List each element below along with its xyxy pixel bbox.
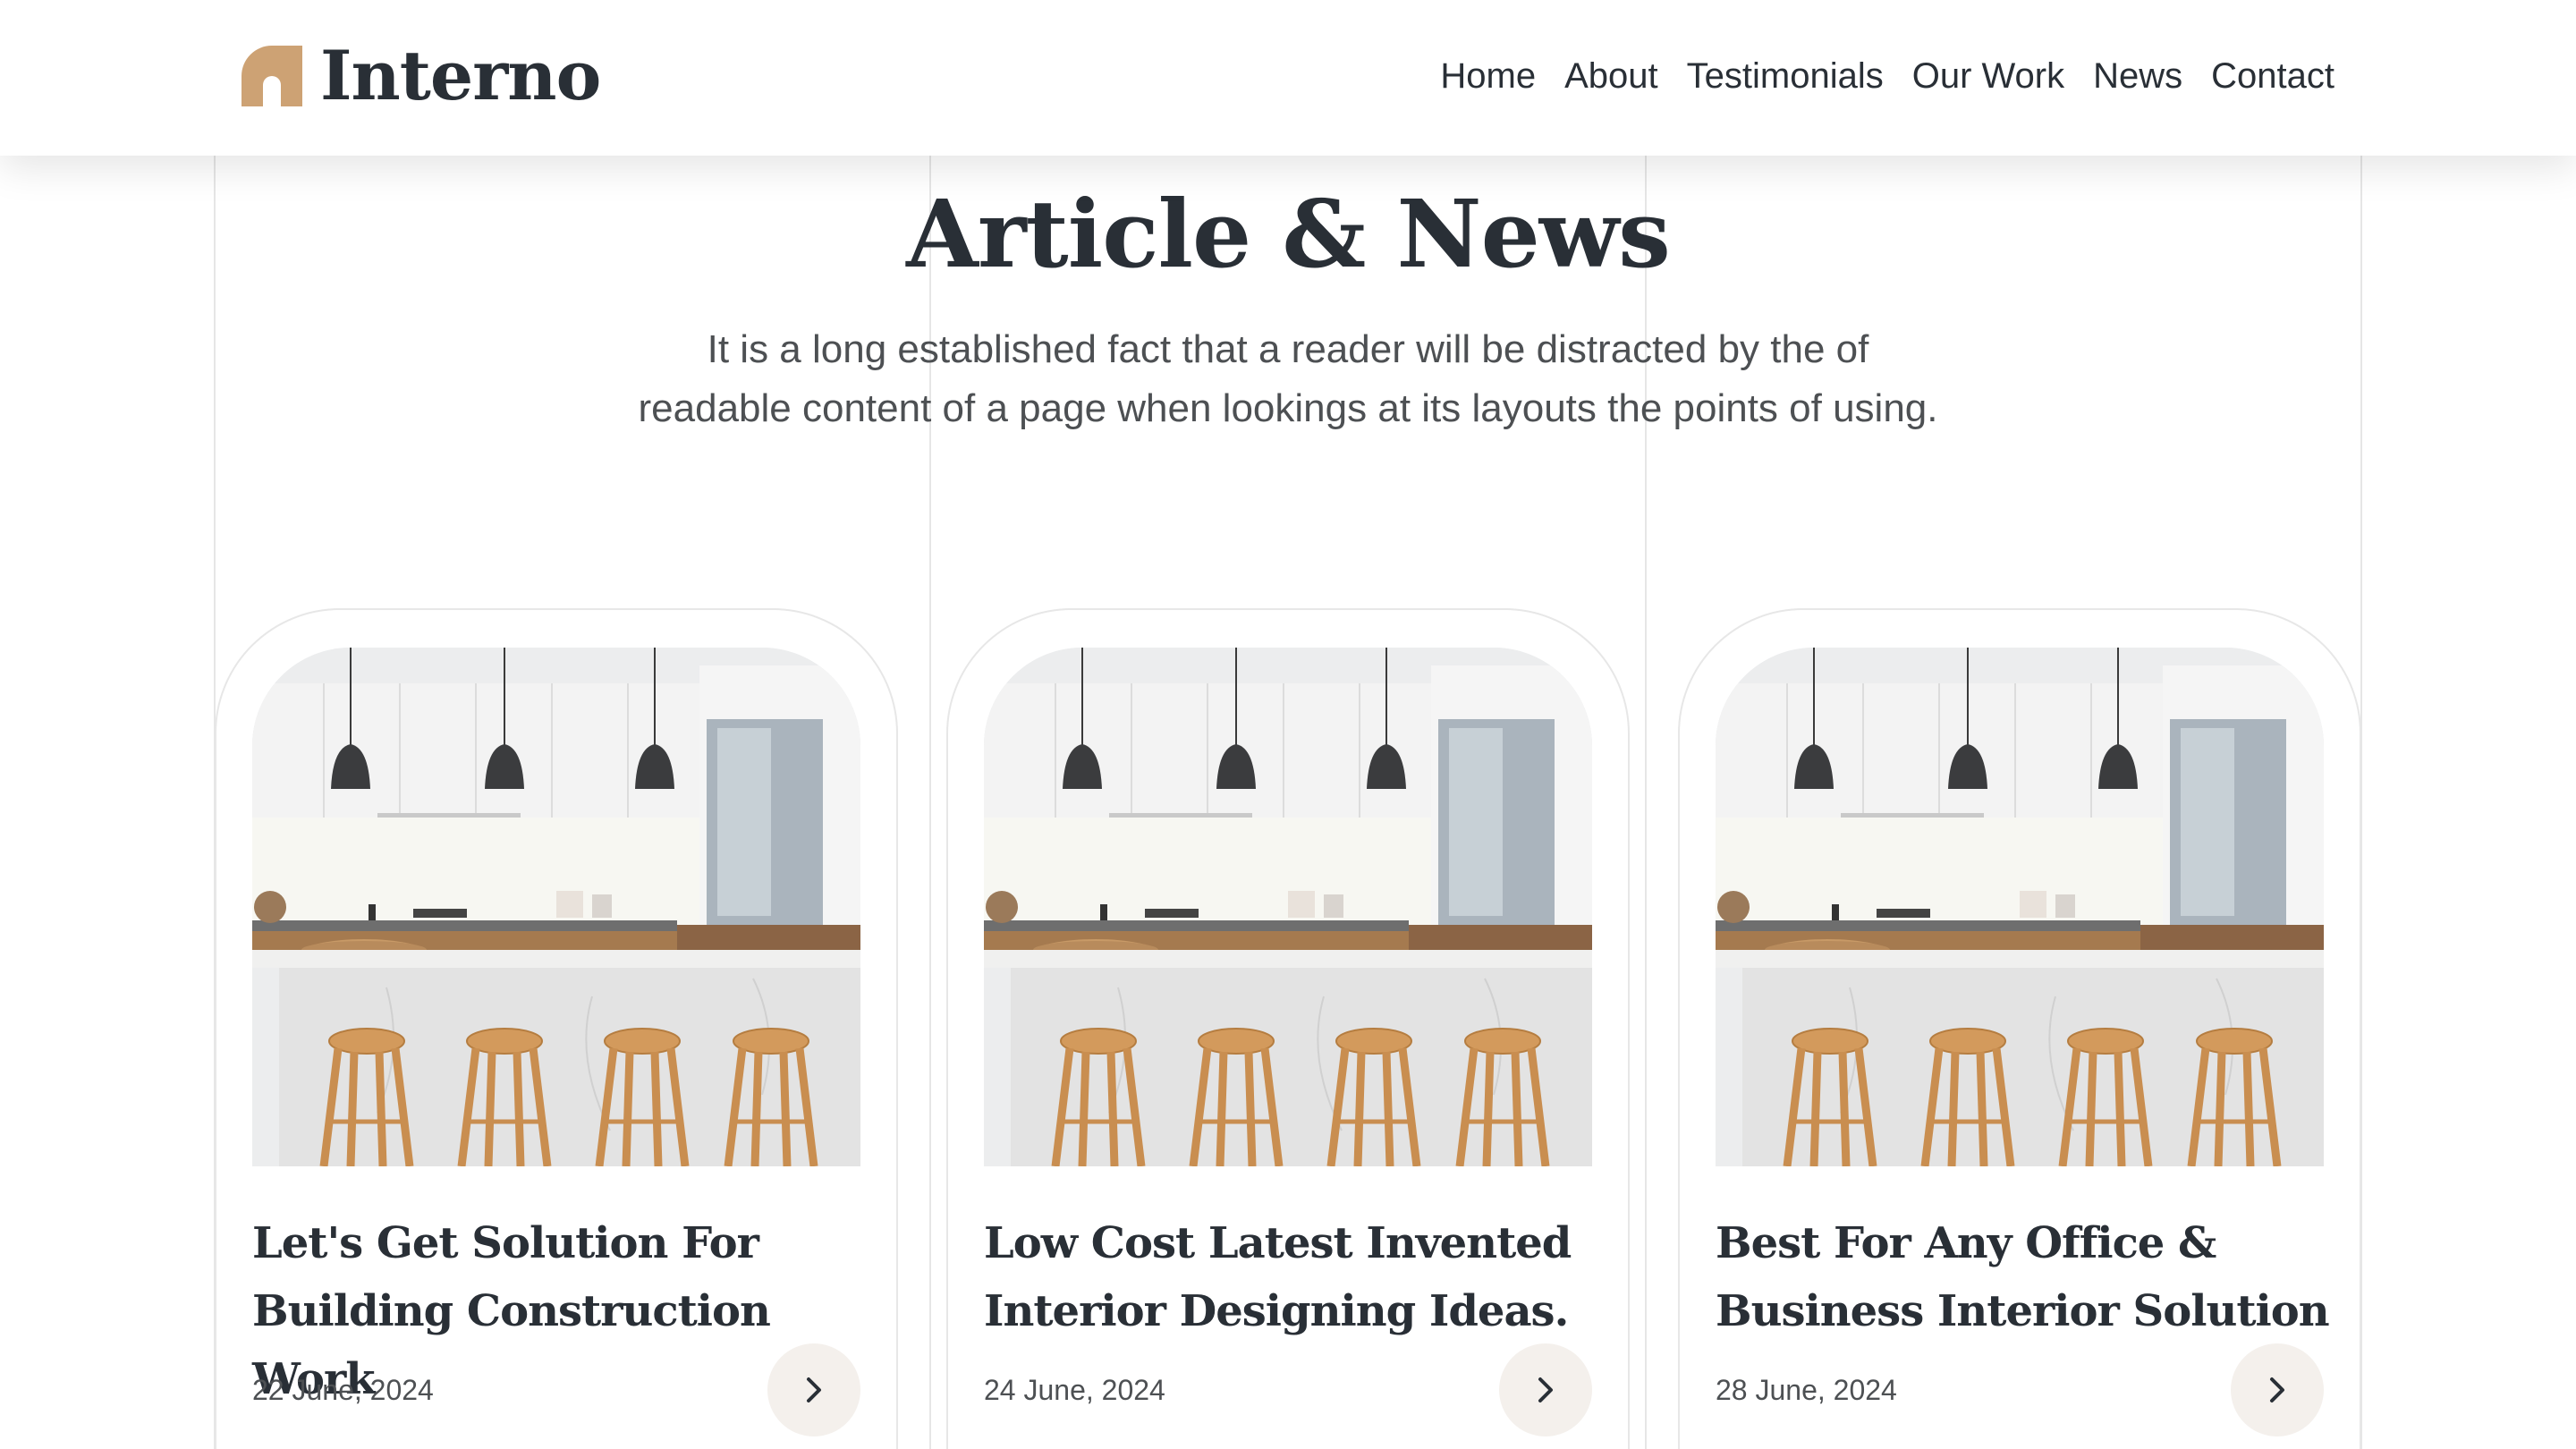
arch-logo-icon bbox=[242, 46, 302, 106]
section-description: It is a long established fact that a rea… bbox=[638, 327, 1938, 430]
chevron-right-icon bbox=[807, 1377, 821, 1402]
article-image[interactable] bbox=[252, 648, 860, 1166]
chevron-right-icon bbox=[1538, 1377, 1553, 1402]
brand-name: Interno bbox=[320, 36, 601, 115]
read-more-button[interactable] bbox=[767, 1343, 860, 1436]
article-card[interactable]: Best For Any Office & Business Interior … bbox=[1678, 608, 2361, 1449]
nav-testimonials[interactable]: Testimonials bbox=[1687, 49, 1884, 103]
brand-logo[interactable]: Interno bbox=[242, 36, 601, 116]
nav-news[interactable]: News bbox=[2093, 49, 2182, 103]
nav-our-work[interactable]: Our Work bbox=[1912, 49, 2064, 103]
article-card[interactable]: Low Cost Latest Invented Interior Design… bbox=[946, 608, 1630, 1449]
article-date: 24 June, 2024 bbox=[984, 1374, 1165, 1406]
kitchen-photo bbox=[1716, 648, 2324, 1166]
article-date: 28 June, 2024 bbox=[1716, 1374, 1897, 1406]
section-title: Article & News bbox=[906, 179, 1671, 289]
kitchen-photo bbox=[252, 648, 860, 1166]
nav-home[interactable]: Home bbox=[1440, 49, 1536, 103]
article-image[interactable] bbox=[984, 648, 1592, 1166]
article-title[interactable]: Best For Any Office & Business Interior … bbox=[1716, 1209, 2333, 1345]
nav-about[interactable]: About bbox=[1564, 49, 1658, 103]
article-image[interactable] bbox=[1716, 648, 2324, 1166]
article-date: 22 June, 2024 bbox=[252, 1374, 434, 1406]
chevron-right-icon bbox=[2270, 1377, 2284, 1402]
site-header: Interno Home About Testimonials Our Work… bbox=[0, 0, 2576, 156]
article-card[interactable]: Let's Get Solution For Building Construc… bbox=[215, 608, 898, 1449]
article-title[interactable]: Low Cost Latest Invented Interior Design… bbox=[984, 1209, 1601, 1345]
main-nav: Home About Testimonials Our Work News Co… bbox=[1440, 49, 2334, 103]
kitchen-photo bbox=[984, 648, 1592, 1166]
nav-contact[interactable]: Contact bbox=[2211, 49, 2334, 103]
read-more-button[interactable] bbox=[1499, 1343, 1592, 1436]
read-more-button[interactable] bbox=[2231, 1343, 2324, 1436]
